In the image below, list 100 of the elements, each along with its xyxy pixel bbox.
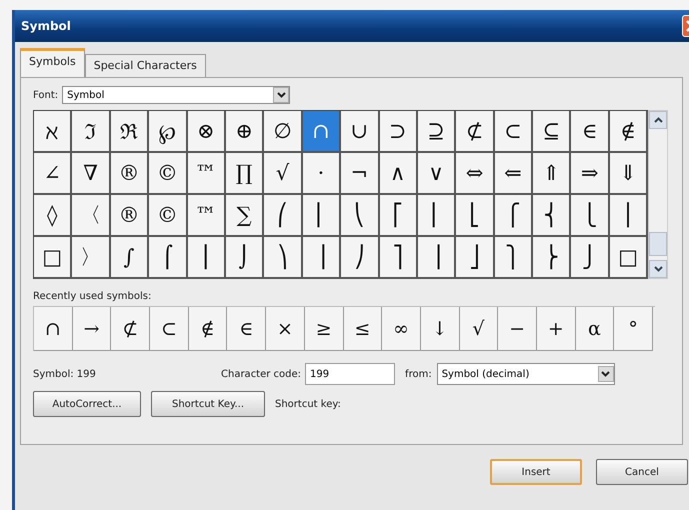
shortcut-key-label: Shortcut key:	[275, 398, 341, 410]
recent-symbol-cell[interactable]: ⊂	[150, 307, 189, 351]
symbol-cell[interactable]: □	[34, 237, 72, 279]
panel-button[interactable]: Shortcut Key...	[151, 391, 265, 417]
symbol-cell[interactable]: □	[610, 237, 648, 279]
font-label: Font:	[33, 90, 58, 100]
symbol-cell[interactable]: ™	[188, 153, 226, 195]
symbol-cell[interactable]: ⎩	[571, 195, 610, 237]
symbol-cell[interactable]: ∇	[72, 153, 111, 195]
panel-button[interactable]: AutoCorrect...	[33, 391, 141, 417]
symbol-cell[interactable]: ⎞	[264, 237, 303, 279]
symbol-cell[interactable]: ⊄	[456, 111, 495, 153]
symbol-cell[interactable]: ©	[149, 195, 188, 237]
recent-symbol-cell[interactable]: √	[460, 307, 498, 351]
tab[interactable]: Symbols	[20, 48, 85, 77]
recent-symbol-cell[interactable]: ∉	[188, 307, 228, 351]
symbol-cell[interactable]: ∈	[571, 111, 610, 153]
symbol-cell[interactable]: 〉	[72, 237, 111, 279]
symbol-cell[interactable]: ∏	[226, 153, 264, 195]
symbol-cell[interactable]: ⎣	[456, 195, 495, 237]
scroll-thumb[interactable]	[649, 232, 668, 256]
symbol-cell[interactable]: ⎬	[533, 237, 572, 279]
symbol-cell[interactable]: ¬	[341, 153, 380, 195]
recent-symbol-cell[interactable]: α	[576, 307, 614, 351]
symbol-cell[interactable]: ◊	[34, 195, 72, 237]
symbol-cell[interactable]: ⎤	[380, 237, 418, 279]
symbol-cell[interactable]: ⎥	[418, 237, 456, 279]
symbol-cell[interactable]: ∧	[380, 153, 418, 195]
symbol-cell[interactable]: ⎧	[494, 195, 534, 237]
scroll-down-icon[interactable]	[649, 260, 668, 278]
dialog-button[interactable]: Cancel	[596, 459, 688, 485]
symbol-cell[interactable]: ⎮	[188, 237, 226, 279]
symbol-cell[interactable]: ⎟	[302, 237, 342, 279]
symbol-cell[interactable]: ⎪	[610, 195, 648, 237]
symbol-cell[interactable]: ®	[110, 195, 150, 237]
recent-symbol-cell[interactable]: °	[614, 307, 653, 351]
symbol-cell[interactable]: ⋅	[302, 153, 342, 195]
symbol-cell[interactable]: ∅	[264, 111, 303, 153]
symbol-cell[interactable]: ⎜	[302, 195, 342, 237]
recent-symbol-cell[interactable]: ≥	[304, 307, 344, 351]
symbol-info-text: Symbol: 199	[33, 368, 97, 380]
symbol-cell[interactable]: ℑ	[72, 111, 111, 153]
symbol-cell[interactable]: ⎭	[571, 237, 610, 279]
symbol-cell[interactable]: ∫	[110, 237, 150, 279]
symbol-cell[interactable]: ⎢	[418, 195, 456, 237]
scrollbar[interactable]	[648, 110, 668, 279]
recent-symbol-cell[interactable]: ×	[266, 307, 305, 351]
recent-symbol-cell[interactable]: +	[536, 307, 576, 351]
symbol-cell[interactable]: ℜ	[110, 111, 150, 153]
from-dropdown[interactable]: Symbol (decimal)	[436, 363, 615, 385]
symbol-cell[interactable]: ⌡	[226, 237, 264, 279]
symbol-cell[interactable]: ⎡	[380, 195, 418, 237]
symbol-cell[interactable]: ℵ	[34, 111, 72, 153]
symbol-cell[interactable]: √	[264, 153, 303, 195]
recent-symbol-cell[interactable]: ∩	[34, 307, 73, 351]
recent-symbol-cell[interactable]: ⊄	[111, 307, 150, 351]
symbol-cell[interactable]: ™	[188, 195, 226, 237]
symbol-cell[interactable]: ⊂	[494, 111, 534, 153]
recent-symbol-cell[interactable]: ∞	[382, 307, 421, 351]
symbol-cell[interactable]: ⊕	[226, 111, 264, 153]
symbol-cell[interactable]: ⎦	[456, 237, 495, 279]
symbol-cell[interactable]: ⇓	[610, 153, 648, 195]
symbol-cell[interactable]: ∑	[226, 195, 264, 237]
symbol-cell[interactable]: ⎛	[264, 195, 303, 237]
symbol-cell[interactable]: ⊃	[380, 111, 418, 153]
scroll-up-icon[interactable]	[649, 111, 668, 129]
symbol-cell[interactable]: ∪	[341, 111, 380, 153]
symbol-cell[interactable]: ⇔	[456, 153, 495, 195]
character-code-field[interactable]: 199	[305, 363, 396, 385]
symbol-cell[interactable]: ⎝	[341, 195, 380, 237]
symbol-cell[interactable]: 〈	[72, 195, 111, 237]
recently-used-label: Recently used symbols:	[33, 291, 152, 302]
symbol-cell[interactable]: ⎨	[533, 195, 572, 237]
symbol-cell[interactable]: ∨	[418, 153, 456, 195]
symbol-cell[interactable]: ∠	[34, 153, 72, 195]
tab[interactable]: Special Characters	[84, 54, 206, 77]
recent-symbol-cell[interactable]: →	[72, 307, 112, 351]
character-code-label: Character code:	[221, 368, 302, 380]
symbol-cell[interactable]: ⊆	[533, 111, 572, 153]
symbol-cell[interactable]: ⊇	[418, 111, 456, 153]
symbol-cell[interactable]: ⎠	[341, 237, 380, 279]
recent-symbol-cell[interactable]: ↓	[420, 307, 460, 351]
from-label: from:	[405, 368, 432, 380]
symbol-cell[interactable]: ⇒	[571, 153, 610, 195]
symbol-cell[interactable]: ℘	[149, 111, 188, 153]
symbol-cell[interactable]: ∩	[302, 111, 342, 153]
recent-symbol-cell[interactable]: ∈	[227, 307, 266, 351]
symbol-cell[interactable]: ⎫	[494, 237, 534, 279]
symbol-cell[interactable]: ®	[110, 153, 150, 195]
dialog-button[interactable]: Insert	[490, 459, 582, 485]
window-title: Symbol	[21, 19, 71, 33]
font-dropdown[interactable]: Symbol	[62, 86, 290, 104]
symbol-cell[interactable]: ∉	[610, 111, 648, 153]
symbol-cell[interactable]: ⇐	[494, 153, 534, 195]
symbol-cell[interactable]: ⊗	[188, 111, 226, 153]
recent-symbol-cell[interactable]: −	[498, 307, 537, 351]
symbol-cell[interactable]: ⌠	[149, 237, 188, 279]
symbol-cell[interactable]: ©	[149, 153, 188, 195]
recent-symbol-cell[interactable]: ≤	[344, 307, 382, 351]
symbol-cell[interactable]: ⇑	[533, 153, 572, 195]
